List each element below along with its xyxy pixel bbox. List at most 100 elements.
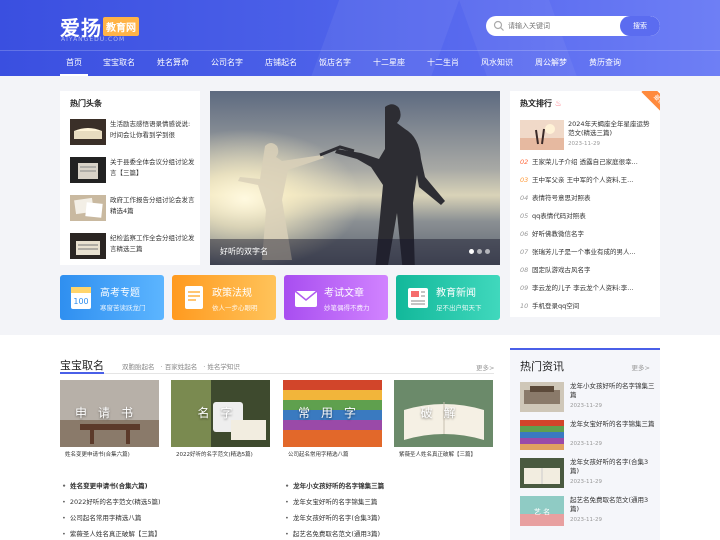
list-item[interactable]: 紫薇圣人姓名真正破解【三篇】	[62, 526, 262, 540]
hot-news-header: 热门资讯 更多>	[510, 348, 660, 373]
nav-item-fengshui[interactable]: 风水知识	[476, 51, 518, 76]
carousel-dot[interactable]	[477, 249, 482, 254]
rank-text: 李云龙的儿子 李云龙个人资料:李...	[532, 284, 634, 292]
rank-text: qq表情代码对照表	[532, 212, 586, 220]
card-label: 2022好听的名字范文(精选5篇)	[171, 447, 270, 463]
hot-news-item-title: 龙年女孩好听的名字(合集3篇)	[570, 458, 649, 475]
hot-news-item[interactable]: 龙年女宝好听的名字锦集三篇 2023-11-29	[520, 420, 660, 454]
hot-news-item-title: 龙年女宝好听的名字锦集三篇	[570, 420, 655, 428]
svg-text:100: 100	[73, 297, 88, 306]
category-subtitle: 依人一步心眼明	[212, 304, 258, 312]
nav-item-home[interactable]: 首页	[60, 51, 88, 76]
hot-rank-row[interactable]: 02 王家荣儿子介绍 透露自己家庭很幸...	[520, 156, 656, 170]
nav-item-shop-names[interactable]: 店铺起名	[260, 51, 302, 76]
newspaper-icon	[408, 288, 428, 308]
rank-number: 02	[520, 158, 529, 166]
headline-item[interactable]: 关于县委全体会议分组讨论发言【三篇】	[70, 157, 195, 183]
rank-text: 张瑞芳儿子是一个事业有成的男人...	[532, 248, 636, 256]
nav-item-dream[interactable]: 周公解梦	[530, 51, 572, 76]
hot-news-item[interactable]: 龙年小女孩好听的名字锦集三篇 2023-11-29	[520, 382, 660, 416]
hot-news-thumbnail	[520, 382, 564, 412]
hot-news-item[interactable]: 艺 名 起艺名免费取名范文(通用3篇) 2023-11-29	[520, 496, 660, 530]
hot-news-panel: 热门资讯 更多> 龙年小女孩好听的名字锦集三篇 2023-11-29 龙年女宝好…	[510, 348, 660, 540]
hot-news-thumbnail	[520, 458, 564, 488]
headline-item[interactable]: 政府工作报告分组讨论会发言精选4篇	[70, 195, 195, 221]
hot-rank-row[interactable]: 03 王中军父亲 王中军的个人资料,王...	[520, 174, 656, 188]
hot-rank-row[interactable]: 04 表情符号意思对照表	[520, 192, 656, 206]
search-input[interactable]	[508, 16, 608, 36]
category-gaokao[interactable]: 100 高考专题 寒窗苦读跃龙门	[60, 275, 164, 320]
carousel-dot[interactable]	[485, 249, 490, 254]
nav-item-baby-names[interactable]: 宝宝取名	[98, 51, 140, 76]
nav-item-zodiac-signs[interactable]: 十二星座	[368, 51, 410, 76]
hero-caption-bar: 好听的双字名	[210, 239, 500, 265]
card-label: 公司起名常用字精选八篇	[283, 447, 382, 463]
category-subtitle: 妙笔偶得不费力	[324, 304, 370, 312]
hot-rank-row[interactable]: 06 好听佛教微信名字	[520, 228, 656, 242]
list-item[interactable]: 龙年女孩好听的名字(合集3篇)	[285, 510, 485, 526]
baby-names-more-link[interactable]: 更多>	[476, 362, 494, 372]
rank-text: 表情符号意思对照表	[532, 194, 591, 202]
nav-item-restaurant-names[interactable]: 饭店名字	[314, 51, 356, 76]
hero-carousel[interactable]: 好听的双字名	[210, 91, 500, 265]
carousel-dots	[466, 248, 490, 256]
tab-twins[interactable]: 双胞胎起名	[122, 363, 155, 371]
logo-badge: 教育网	[103, 17, 139, 36]
list-item[interactable]: 龙年女宝好听的名字锦集三篇	[285, 494, 485, 510]
envelope-icon	[294, 290, 318, 307]
hot-news-item-title: 龙年小女孩好听的名字锦集三篇	[570, 382, 655, 399]
section-underline	[60, 372, 104, 374]
category-title: 教育新闻	[436, 288, 476, 299]
tab-name-study[interactable]: 姓名学知识	[207, 363, 240, 371]
hot-news-item-date: 2023-11-29	[570, 441, 602, 447]
nav-item-chinese-zodiac[interactable]: 十二生肖	[422, 51, 464, 76]
search-button[interactable]: 搜索	[620, 16, 660, 36]
hot-rank-row[interactable]: 07 张瑞芳儿子是一个事业有成的男人...	[520, 246, 656, 260]
site-header: 爱扬教育网 AIYANGEDU.COM 搜索 首页 宝宝取名 姓名算命 公司名字…	[0, 0, 720, 76]
card-label: 姓名变更申请书(合集六篇)	[60, 447, 159, 463]
category-news[interactable]: 教育新闻 足不出户知天下	[396, 275, 500, 320]
article-list-right: 龙年小女孩好听的名字锦集三篇 龙年女宝好听的名字锦集三篇 龙年女孩好听的名字(合…	[285, 478, 485, 540]
hot-news-more-link[interactable]: 更多>	[632, 362, 650, 372]
hot-rank-row[interactable]: 09 李云龙的儿子 李云龙个人资料:李...	[520, 282, 656, 296]
list-item[interactable]: 公司起名常用字精选八篇	[62, 510, 262, 526]
hot-news-thumbnail: 艺 名	[520, 496, 564, 526]
rank-number: 10	[520, 302, 529, 310]
hot-news-thumbnail	[520, 420, 564, 450]
rank-number: 05	[520, 212, 529, 220]
rank-text: 固定队游戏古风名字	[532, 266, 591, 274]
category-exam[interactable]: 考试文章 妙笔偶得不费力	[284, 275, 388, 320]
hot-rank-row[interactable]: 10 手机登录qq空间	[520, 300, 656, 314]
main-nav: 首页 宝宝取名 姓名算命 公司名字 店铺起名 饭店名字 十二星座 十二生肖 风水…	[0, 50, 720, 76]
category-policy[interactable]: 政策法规 依人一步心眼明	[172, 275, 276, 320]
rank-number: 06	[520, 230, 529, 238]
rank-number: 04	[520, 194, 529, 202]
logo-subtitle: AIYANGEDU.COM	[61, 36, 126, 43]
nav-item-name-fortune[interactable]: 姓名算命	[152, 51, 194, 76]
list-item[interactable]: 姓名变更申请书(合集六篇)	[62, 478, 262, 494]
list-item[interactable]: 龙年小女孩好听的名字锦集三篇	[285, 478, 485, 494]
rank-text: 好听佛教微信名字	[532, 230, 584, 238]
hot-rank-top-item[interactable]: 2024年天蝎座全年星座运势范文(精选三篇) 2023-11-29	[520, 120, 654, 154]
carousel-dot[interactable]	[469, 249, 474, 254]
headline-item[interactable]: 生活励志感悟语录情感说说:时间会让你看到学到很	[70, 119, 194, 145]
category-subtitle: 寒窗苦读跃龙门	[100, 304, 146, 312]
rank-number: 03	[520, 176, 529, 184]
tab-surnames[interactable]: 百家姓起名	[165, 363, 198, 371]
list-item[interactable]: 起艺名免费取名范文(通用3篇)	[285, 526, 485, 540]
list-item[interactable]: 2022好听的名字范文(精选5篇)	[62, 494, 262, 510]
hot-news-item[interactable]: 龙年女孩好听的名字(合集3篇) 2023-11-29	[520, 458, 660, 492]
rank-text: 王家荣儿子介绍 透露自己家庭很幸...	[532, 158, 638, 166]
nav-item-company-names[interactable]: 公司名字	[206, 51, 248, 76]
calendar-icon: 100	[71, 287, 91, 309]
headline-thumbnail	[70, 119, 106, 145]
hot-rank-row[interactable]: 08 固定队游戏古风名字	[520, 264, 656, 278]
article-list-left: 姓名变更申请书(合集六篇) 2022好听的名字范文(精选5篇) 公司起名常用字精…	[62, 478, 262, 540]
headline-item[interactable]: 纪检监察工作全会分组讨论发言精选三篇	[70, 233, 195, 259]
headline-text: 纪检监察工作全会分组讨论发言精选三篇	[110, 234, 195, 253]
svg-text:艺 名: 艺 名	[534, 507, 550, 516]
hot-rank-top-title: 2024年天蝎座全年星座运势范文(精选三篇)	[568, 120, 650, 137]
hot-rank-row[interactable]: 05 qq表情代码对照表	[520, 210, 656, 224]
nav-item-almanac[interactable]: 黄历查询	[584, 51, 626, 76]
document-icon	[185, 286, 203, 309]
